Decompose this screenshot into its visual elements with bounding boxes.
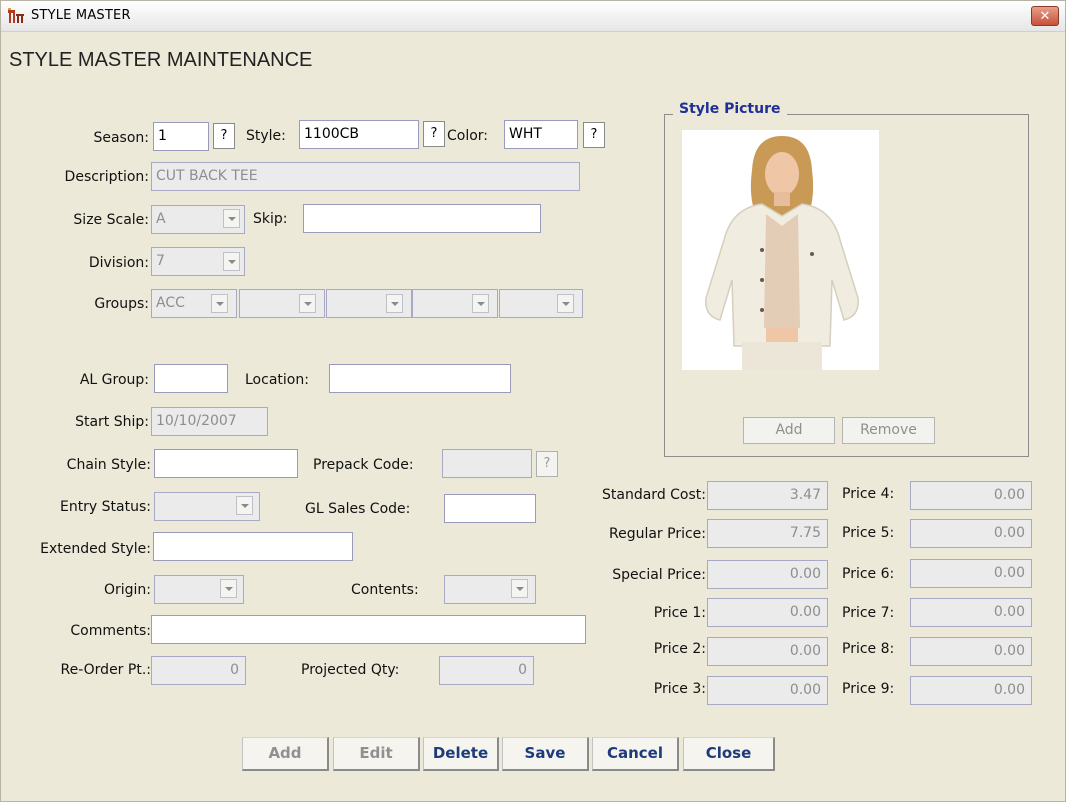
price2-label: Price 2: <box>653 641 706 657</box>
price5-label: Price 5: <box>842 525 895 541</box>
price1-field[interactable]: 0.00 <box>707 598 828 627</box>
style-picture-legend: Style Picture <box>673 101 787 117</box>
start-ship-field[interactable]: 10/10/2007 <box>151 407 268 436</box>
close-icon: ✕ <box>1039 9 1051 24</box>
gl-sales-code-label: GL Sales Code: <box>305 501 411 517</box>
color-label: Color: <box>447 128 489 144</box>
picture-remove-button[interactable]: Remove <box>842 417 935 444</box>
regular-price-label: Regular Price: <box>608 526 706 542</box>
standard-cost-field[interactable]: 3.47 <box>707 481 828 510</box>
cancel-button[interactable]: Cancel <box>592 737 679 771</box>
window-close-button[interactable]: ✕ <box>1031 6 1059 26</box>
special-price-label: Special Price: <box>612 567 706 583</box>
comments-field[interactable] <box>151 615 586 644</box>
chair-table-icon <box>8 8 24 23</box>
entry-status-label: Entry Status: <box>59 499 151 515</box>
title-bar: STYLE MASTER ✕ <box>1 1 1065 32</box>
price4-field[interactable]: 0.00 <box>910 481 1032 510</box>
price7-field[interactable]: 0.00 <box>910 598 1032 627</box>
edit-button[interactable]: Edit <box>333 737 420 771</box>
standard-cost-label: Standard Cost: <box>602 487 706 503</box>
price2-field[interactable]: 0.00 <box>707 637 828 666</box>
group-dropdown-arrow-2[interactable] <box>299 294 316 313</box>
color-field[interactable]: WHT <box>504 120 578 149</box>
season-field[interactable]: 1 <box>153 122 209 151</box>
projected-qty-label: Projected Qty: <box>301 662 400 678</box>
origin-dropdown-arrow[interactable] <box>220 579 237 598</box>
price6-field[interactable]: 0.00 <box>910 559 1032 588</box>
page-title: STYLE MASTER MAINTENANCE <box>9 49 313 71</box>
price1-label: Price 1: <box>653 605 706 621</box>
price8-label: Price 8: <box>842 641 895 657</box>
skip-field[interactable] <box>303 204 541 233</box>
style-picture-image <box>682 130 879 370</box>
division-label: Division: <box>88 255 149 271</box>
division-dropdown-arrow[interactable] <box>223 252 240 271</box>
picture-add-button[interactable]: Add <box>743 417 835 444</box>
close-button[interactable]: Close <box>683 737 775 771</box>
price7-label: Price 7: <box>842 605 895 621</box>
chain-style-field[interactable] <box>154 449 298 478</box>
prepack-code-label: Prepack Code: <box>313 457 414 473</box>
comments-label: Comments: <box>70 623 151 639</box>
extended-style-label: Extended Style: <box>40 541 151 557</box>
projected-qty-field[interactable]: 0 <box>439 656 534 685</box>
extended-style-field[interactable] <box>153 532 353 561</box>
prepack-lookup-button[interactable]: ? <box>536 451 558 477</box>
reorder-point-label: Re-Order Pt.: <box>60 662 152 678</box>
gl-sales-code-field[interactable] <box>444 494 536 523</box>
group-dropdown-arrow-1[interactable] <box>211 294 228 313</box>
season-label: Season: <box>93 130 149 146</box>
price3-label: Price 3: <box>653 681 706 697</box>
price9-field[interactable]: 0.00 <box>910 676 1032 705</box>
color-lookup-button[interactable]: ? <box>583 122 605 148</box>
groups-label: Groups: <box>94 296 149 312</box>
window-title: STYLE MASTER <box>31 8 131 23</box>
location-field[interactable] <box>329 364 511 393</box>
price6-label: Price 6: <box>842 566 895 582</box>
add-button[interactable]: Add <box>242 737 329 771</box>
season-lookup-button[interactable]: ? <box>213 123 235 149</box>
size-scale-dropdown-arrow[interactable] <box>223 209 240 228</box>
origin-label: Origin: <box>103 582 151 598</box>
prepack-code-field[interactable] <box>442 449 532 478</box>
contents-label: Contents: <box>351 582 419 598</box>
description-label: Description: <box>64 169 149 185</box>
regular-price-field[interactable]: 7.75 <box>707 519 828 548</box>
skip-label: Skip: <box>253 211 288 227</box>
style-lookup-button[interactable]: ? <box>423 121 445 147</box>
start-ship-label: Start Ship: <box>75 414 149 430</box>
entry-status-dropdown-arrow[interactable] <box>236 496 253 515</box>
group-dropdown-arrow-5[interactable] <box>557 294 574 313</box>
location-label: Location: <box>245 372 309 388</box>
special-price-field[interactable]: 0.00 <box>707 560 828 589</box>
price9-label: Price 9: <box>842 681 895 697</box>
size-scale-label: Size Scale: <box>73 212 149 228</box>
group-dropdown-arrow-4[interactable] <box>472 294 489 313</box>
delete-button[interactable]: Delete <box>423 737 499 771</box>
al-group-field[interactable] <box>154 364 228 393</box>
group-dropdown-arrow-3[interactable] <box>386 294 403 313</box>
price4-label: Price 4: <box>842 486 895 502</box>
style-field[interactable]: 1100CB <box>299 120 419 149</box>
contents-dropdown-arrow[interactable] <box>511 579 528 598</box>
price8-field[interactable]: 0.00 <box>910 637 1032 666</box>
save-button[interactable]: Save <box>502 737 589 771</box>
price3-field[interactable]: 0.00 <box>707 676 828 705</box>
description-field[interactable]: CUT BACK TEE <box>151 162 580 191</box>
reorder-point-field[interactable]: 0 <box>151 656 246 685</box>
style-label: Style: <box>246 128 286 144</box>
price5-field[interactable]: 0.00 <box>910 519 1032 548</box>
style-master-window: STYLE MASTER ✕ STYLE MASTER MAINTENANCE … <box>0 0 1066 802</box>
al-group-label: AL Group: <box>79 372 149 388</box>
chain-style-label: Chain Style: <box>66 457 151 473</box>
